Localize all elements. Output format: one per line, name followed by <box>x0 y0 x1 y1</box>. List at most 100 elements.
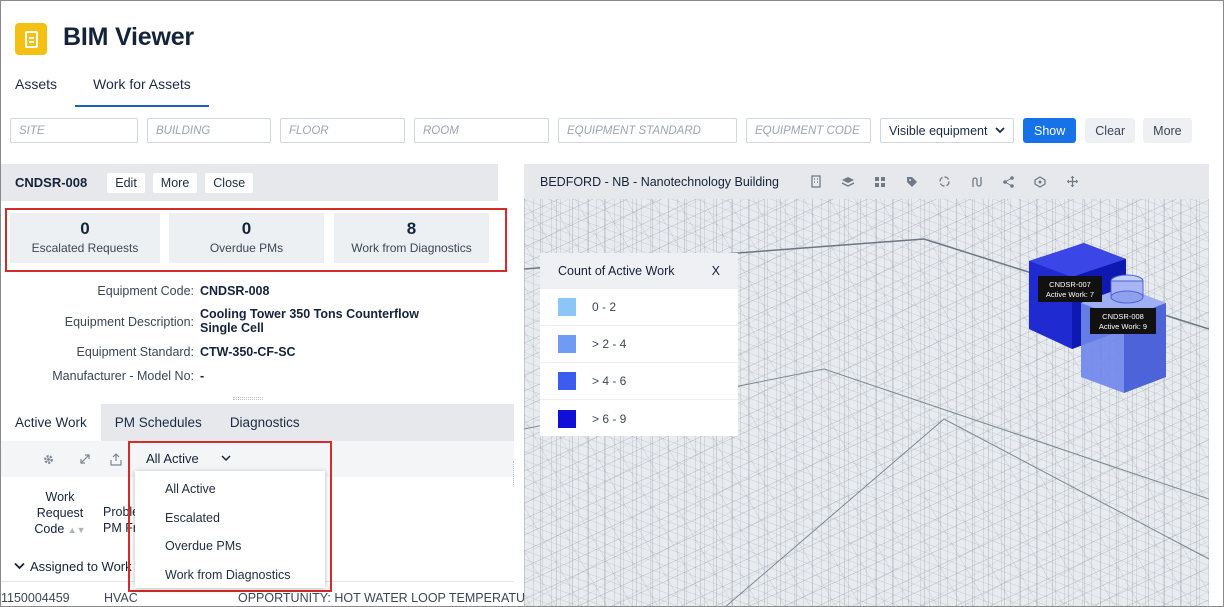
visibility-select[interactable]: Visible equipment <box>880 118 1014 143</box>
kpi-value: 0 <box>80 219 90 238</box>
detail-row-description: Equipment Description: Cooling Tower 350… <box>1 307 419 335</box>
detail-label: Equipment Description: <box>64 315 194 329</box>
legend-title: Count of Active Work <box>558 264 675 278</box>
tab-assets[interactable]: Assets <box>15 76 75 105</box>
refresh-icon[interactable] <box>933 174 955 190</box>
legend-swatch <box>558 298 576 316</box>
kpi-highlight-box: 0 Escalated Requests 0 Overdue PMs 8 Wor… <box>5 208 507 272</box>
model-label-name: CNDSR-008 <box>1102 312 1144 321</box>
cell-work-request-code: 1150004459 <box>1 591 70 605</box>
model-label-work: Active Work: 7 <box>1046 290 1094 299</box>
clear-button[interactable]: Clear <box>1085 118 1136 143</box>
detail-label: Manufacturer - Model No: <box>52 369 194 383</box>
cell-description: OPPORTUNITY: HOT WATER LOOP TEMPERATURE … <box>238 591 555 605</box>
kpi-escalated-requests[interactable]: 0 Escalated Requests <box>10 213 160 263</box>
legend-item: > 4 - 6 <box>540 363 738 400</box>
app-title: BIM Viewer <box>63 23 194 51</box>
edit-button[interactable]: Edit <box>107 172 145 193</box>
menu-item-escalated[interactable]: Escalated <box>165 511 220 525</box>
chevron-down-icon <box>14 562 25 570</box>
detail-tabs: Active Work PM Schedules Diagnostics <box>1 404 514 441</box>
floor-input[interactable]: FLOOR <box>280 118 405 143</box>
legend-label: > 4 - 6 <box>592 374 627 388</box>
column-header-line: Code ▲▼ <box>31 521 89 538</box>
detail-row-manufacturer: Manufacturer - Model No: - <box>1 369 204 383</box>
legend-close-button[interactable]: X <box>712 264 720 278</box>
tab-diagnostics[interactable]: Diagnostics <box>216 404 314 441</box>
detail-value-line: Single Cell <box>200 321 264 335</box>
column-header-text: Code <box>34 522 65 536</box>
room-input[interactable]: ROOM <box>414 118 549 143</box>
kpi-label: Work from Diagnostics <box>351 241 472 255</box>
work-filter-menu: All Active Escalated Overdue PMs Work fr… <box>135 471 325 588</box>
kpi-label: Escalated Requests <box>31 241 139 255</box>
legend-item: 0 - 2 <box>540 289 738 326</box>
legend-panel: Count of Active Work X 0 - 2 > 2 - 4 > 4… <box>540 253 738 436</box>
pane-splitter[interactable] <box>513 461 517 485</box>
column-work-request-code[interactable]: Work Request Code ▲▼ <box>31 489 89 538</box>
site-input[interactable]: SITE <box>10 118 138 143</box>
detail-row-code: Equipment Code: CNDSR-008 <box>1 284 269 298</box>
detail-label: Equipment Code: <box>97 284 194 298</box>
bim-viewer: BEDFORD - NB - Nanotechnology Building C… <box>524 164 1209 606</box>
equipment-standard-input[interactable]: EQUIPMENT STANDARD <box>558 118 737 143</box>
legend-header: Count of Active Work X <box>540 253 738 289</box>
app-frame: BIM Viewer Assets Work for Assets SITE B… <box>0 0 1224 607</box>
building-input[interactable]: BUILDING <box>147 118 271 143</box>
show-button[interactable]: Show <box>1023 118 1077 143</box>
viewer-toolbar: BEDFORD - NB - Nanotechnology Building <box>524 164 1209 199</box>
kpi-label: Overdue PMs <box>209 241 284 255</box>
network-icon[interactable] <box>1029 174 1051 190</box>
model-label-name: CNDSR-007 <box>1049 280 1091 289</box>
model-canvas[interactable]: CNDSR-007 Active Work: 7 CNDSR-008 Activ… <box>524 199 1209 606</box>
sort-icon[interactable]: ▲▼ <box>68 525 86 535</box>
equipment-bar: CNDSR-008 Edit More Close <box>1 164 498 201</box>
tab-work-for-assets[interactable]: Work for Assets <box>75 76 209 107</box>
menu-item-all-active[interactable]: All Active <box>165 482 216 496</box>
main-tabs: Assets Work for Assets <box>15 76 227 107</box>
equipment-code-title: CNDSR-008 <box>15 175 88 190</box>
move-icon[interactable] <box>1061 174 1083 190</box>
more-button[interactable]: More <box>152 172 198 193</box>
menu-item-work-from-diagnostics[interactable]: Work from Diagnostics <box>165 568 291 582</box>
equipment-code-input[interactable]: EQUIPMENT CODE <box>746 118 871 143</box>
menu-item-overdue-pms[interactable]: Overdue PMs <box>165 539 241 553</box>
legend-swatch <box>558 335 576 353</box>
kpi-work-from-diagnostics[interactable]: 8 Work from Diagnostics <box>334 213 489 263</box>
detail-row-standard: Equipment Standard: CTW-350-CF-SC <box>1 345 296 359</box>
detail-value-line: Cooling Tower 350 Tons Counterflow <box>200 307 419 321</box>
kpi-overdue-pms[interactable]: 0 Overdue PMs <box>169 213 324 263</box>
share-icon[interactable] <box>997 174 1019 190</box>
tag-icon[interactable] <box>901 174 923 190</box>
detail-value: CNDSR-008 <box>200 284 270 298</box>
legend-item: > 6 - 9 <box>540 400 738 437</box>
legend-swatch <box>558 409 576 428</box>
column-header-line: Request <box>36 506 84 520</box>
legend-label: > 6 - 9 <box>592 411 627 426</box>
tab-pm-schedules[interactable]: PM Schedules <box>101 404 216 441</box>
group-label: Assigned to Work <box>30 558 132 574</box>
column-header-line: Work <box>45 490 75 504</box>
model-label-work: Active Work: 9 <box>1099 322 1147 331</box>
close-button[interactable]: Close <box>205 172 254 193</box>
building-icon[interactable] <box>805 174 827 190</box>
layers-icon[interactable] <box>837 174 859 190</box>
detail-value: - <box>200 369 205 383</box>
app-logo-icon <box>15 23 47 55</box>
tab-active-work[interactable]: Active Work <box>1 404 101 441</box>
route-icon[interactable] <box>965 174 987 190</box>
filter-bar: SITE BUILDING FLOOR ROOM EQUIPMENT STAND… <box>10 118 1200 143</box>
grid-icon[interactable] <box>869 174 891 190</box>
panel-resize-handle[interactable] <box>233 397 263 400</box>
more-filters-button[interactable]: More <box>1143 118 1192 143</box>
cell-problem-type: HVAC <box>104 591 138 605</box>
viewer-title: BEDFORD - NB - Nanotechnology Building <box>540 174 779 189</box>
legend-label: 0 - 2 <box>592 300 617 314</box>
legend-item: > 2 - 4 <box>540 326 738 363</box>
export-icon[interactable] <box>109 452 123 466</box>
expand-icon[interactable] <box>78 452 92 466</box>
kpi-value: 0 <box>241 219 252 238</box>
kpi-value: 8 <box>406 219 417 238</box>
gear-icon[interactable] <box>41 452 55 466</box>
chevron-down-icon <box>995 127 1005 134</box>
